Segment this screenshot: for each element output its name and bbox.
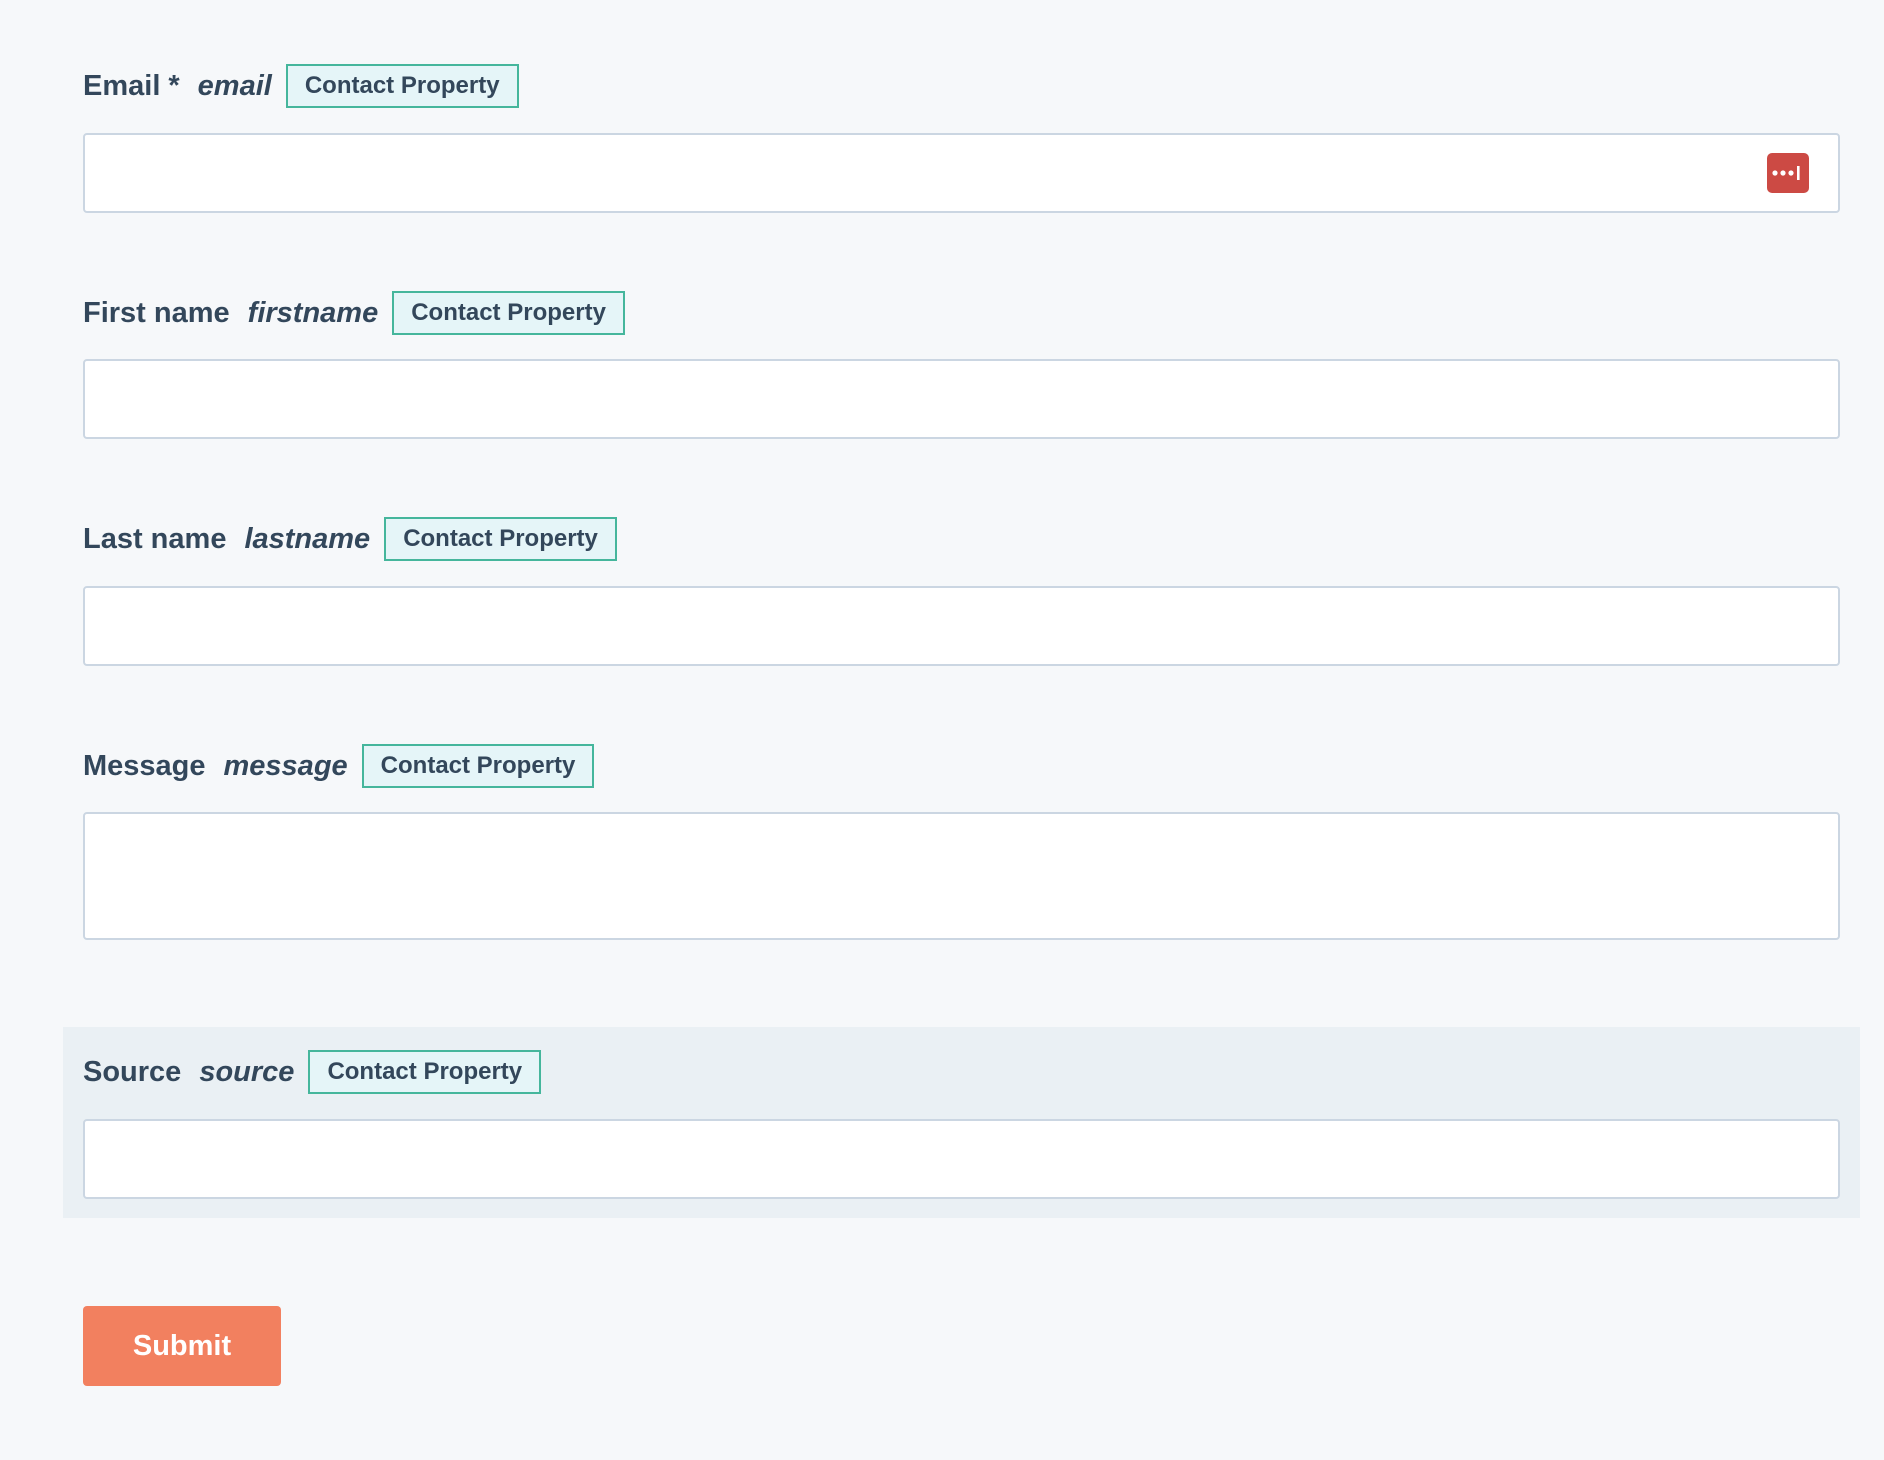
message-label: Message (83, 749, 206, 782)
contact-property-badge: Contact Property (285, 64, 519, 108)
firstname-internal-name: firstname (247, 296, 379, 329)
contact-property-badge: Contact Property (308, 1050, 542, 1094)
message-textarea[interactable] (85, 814, 1838, 938)
lastname-label-row: Last name lastname Contact Property (83, 515, 617, 563)
submit-button[interactable]: Submit (83, 1306, 281, 1386)
source-label-row: Source source Contact Property (83, 1048, 542, 1096)
lastname-input[interactable] (85, 588, 1838, 664)
email-input-box[interactable] (83, 133, 1840, 213)
source-input[interactable] (85, 1121, 1838, 1197)
firstname-input-box[interactable] (83, 359, 1840, 439)
firstname-label: First name (83, 296, 230, 329)
lastname-internal-name: lastname (244, 522, 371, 555)
email-label: Email (83, 69, 161, 102)
firstname-label-row: First name firstname Contact Property (83, 289, 625, 337)
email-internal-name: email (197, 69, 272, 102)
required-marker: * (168, 69, 180, 102)
email-label-row: Email * email Contact Property (83, 62, 519, 110)
contact-property-badge: Contact Property (392, 291, 625, 335)
source-label: Source (83, 1055, 182, 1088)
message-internal-name: message (223, 749, 348, 782)
email-input[interactable] (85, 135, 1838, 211)
contact-property-badge: Contact Property (384, 517, 617, 561)
message-textarea-box[interactable] (83, 812, 1840, 940)
password-dots-icon (1772, 166, 1800, 180)
contact-property-badge: Contact Property (361, 744, 595, 788)
lastname-label: Last name (83, 522, 227, 555)
source-internal-name: source (199, 1055, 295, 1088)
password-manager-icon[interactable] (1767, 153, 1809, 193)
lastname-input-box[interactable] (83, 586, 1840, 666)
firstname-input[interactable] (85, 361, 1838, 437)
source-input-box[interactable] (83, 1119, 1840, 1199)
message-label-row: Message message Contact Property (83, 742, 595, 790)
